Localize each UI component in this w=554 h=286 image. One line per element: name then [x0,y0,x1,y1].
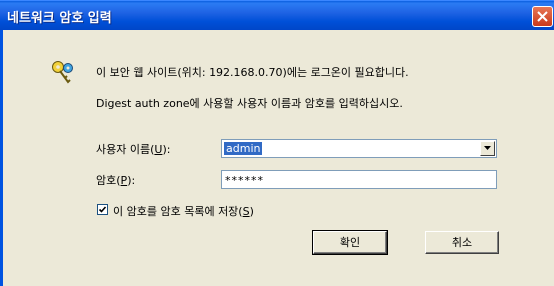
message-line-2: Digest auth zone에 사용할 사용자 이름과 암호를 입력하십시오… [96,97,403,110]
title-bar[interactable]: 네트워크 암호 입력 [0,0,554,30]
username-combobox[interactable]: admin [221,139,497,158]
save-password-label[interactable]: 이 암호를 암호 목록에 저장(S) [113,203,254,219]
username-value[interactable]: admin [224,142,263,155]
password-field[interactable]: ****** [221,170,497,189]
save-password-checkbox[interactable] [97,204,108,215]
password-dialog: 네트워크 암호 입력 이 보안 웹 사이트(위치: 192.168.0.70)에… [0,0,554,286]
password-label: 암호(P): [96,174,136,187]
checkmark-icon [98,206,107,213]
close-button[interactable] [532,6,553,27]
window-title: 네트워크 암호 입력 [7,11,112,26]
username-label: 사용자 이름(U): [96,143,171,156]
message-line-1: 이 보안 웹 사이트(위치: 192.168.0.70)에는 로그온이 필요합니… [96,66,409,79]
keys-icon [52,61,73,84]
password-value: ****** [225,174,264,187]
close-icon [537,11,548,22]
ok-button[interactable]: 확인 [312,230,388,255]
chevron-down-icon [484,146,491,150]
cancel-button[interactable]: 취소 [425,231,499,254]
window-border [0,30,3,286]
dropdown-button[interactable] [480,141,495,156]
